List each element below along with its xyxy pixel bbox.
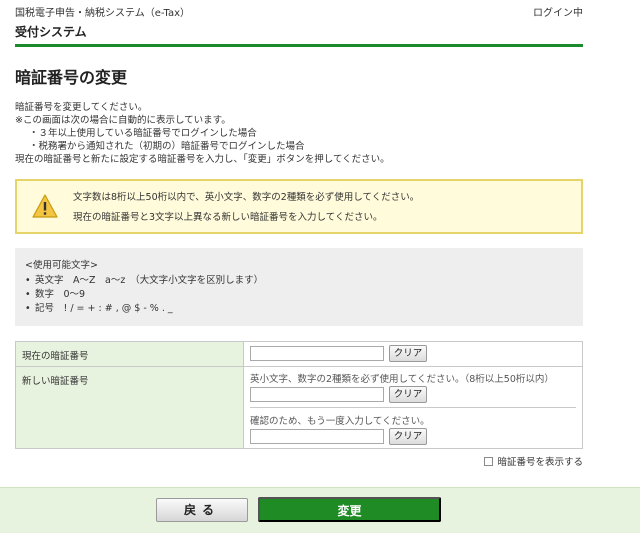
show-password-label: 暗証番号を表示する — [497, 457, 583, 468]
clear-current-button[interactable]: クリア — [389, 345, 427, 362]
confirm-password-input[interactable] — [250, 429, 384, 444]
new-password-hint: 英小文字、数字の2種類を必ず使用してください。（8桁以上50桁以内） — [250, 374, 554, 385]
current-password-row: 現在の暗証番号 クリア — [16, 342, 582, 367]
warning-icon — [32, 194, 58, 218]
usable-chars-title: <使用可能文字> — [25, 260, 98, 271]
intro-line: ※この画面は次の場合に自動的に表示しています。 — [15, 115, 231, 126]
intro-text: 暗証番号を変更してください。 ※この画面は次の場合に自動的に表示しています。 ・… — [15, 101, 585, 166]
footer-bar: 戻る 変更 — [0, 487, 640, 533]
warning-text: 文字数は8桁以上50桁以内で、英小文字、数字の2種類を必ず使用してください。 現… — [73, 188, 419, 228]
intro-line: 現在の暗証番号と新たに設定する暗証番号を入力し、「変更」ボタンを押してください。 — [15, 154, 390, 165]
confirm-password-hint: 確認のため、もう一度入力してください。 — [250, 416, 430, 427]
header: 国税電子申告・納税システム（e-Tax） ログイン中 受付システム — [0, 0, 640, 47]
password-form: 現在の暗証番号 クリア 新しい暗証番号 英小文字、数字の2種類を必ず使用してくだ… — [15, 341, 583, 449]
current-password-label: 現在の暗証番号 — [16, 342, 244, 366]
current-password-input[interactable] — [250, 346, 384, 361]
login-status: ログイン中 — [533, 8, 583, 19]
system-title: 国税電子申告・納税システム（e-Tax） — [15, 8, 191, 19]
show-password-toggle[interactable]: 暗証番号を表示する — [484, 454, 583, 468]
intro-line: ・３年以上使用している暗証番号でログインした場合 — [29, 128, 257, 139]
show-password-checkbox[interactable] — [484, 456, 494, 466]
list-item: 英文字 A～Z a～z （大文字小文字を区別します） — [25, 274, 263, 288]
header-divider — [15, 44, 583, 47]
current-password-cell: クリア — [244, 342, 582, 366]
change-button[interactable]: 変更 — [258, 497, 441, 522]
list-item: 数字 0～9 — [25, 288, 263, 302]
list-item: 記号 ! / = + : # , @ $ - % . _ — [25, 302, 263, 316]
new-password-cell: 英小文字、数字の2種類を必ず使用してください。（8桁以上50桁以内） クリア 確… — [244, 367, 582, 448]
intro-line: 暗証番号を変更してください。 — [15, 102, 148, 113]
subsystem-title: 受付システム — [15, 25, 87, 39]
clear-new-button[interactable]: クリア — [389, 386, 427, 403]
divider — [250, 407, 576, 408]
usable-chars-list: 英文字 A～Z a～z （大文字小文字を区別します） 数字 0～9 記号 ! /… — [25, 274, 263, 316]
clear-confirm-button[interactable]: クリア — [389, 428, 427, 445]
back-button[interactable]: 戻る — [156, 498, 248, 522]
intro-line: ・税務署から通知された（初期の）暗証番号でログインした場合 — [29, 141, 305, 152]
warning-line: 文字数は8桁以上50桁以内で、英小文字、数字の2種類を必ず使用してください。 — [73, 192, 420, 203]
usable-chars-box: <使用可能文字> 英文字 A～Z a～z （大文字小文字を区別します） 数字 0… — [15, 248, 583, 326]
new-password-label: 新しい暗証番号 — [16, 367, 244, 448]
warning-line: 現在の暗証番号と3文字以上異なる新しい暗証番号を入力してください。 — [73, 212, 383, 223]
page-title: 暗証番号の変更 — [15, 68, 128, 87]
new-password-row: 新しい暗証番号 英小文字、数字の2種類を必ず使用してください。（8桁以上50桁以… — [16, 367, 582, 448]
warning-box: 文字数は8桁以上50桁以内で、英小文字、数字の2種類を必ず使用してください。 現… — [15, 179, 583, 234]
new-password-input[interactable] — [250, 387, 384, 402]
